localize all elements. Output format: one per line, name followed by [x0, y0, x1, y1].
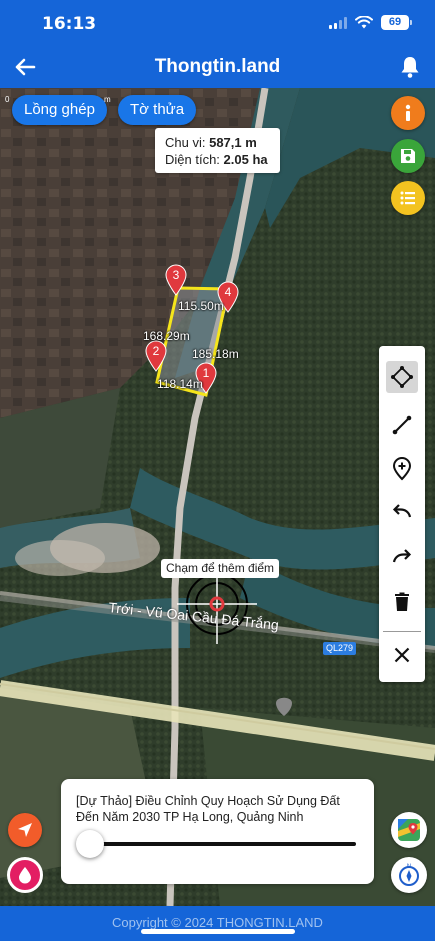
app-title: Thongtin.land: [154, 56, 281, 77]
google-maps-icon: [398, 819, 420, 841]
marker-label: 4: [225, 285, 232, 299]
segment-length-label: 185.18m: [192, 347, 239, 361]
segment-length-label: 168.29m: [143, 329, 190, 343]
water-drop-button[interactable]: [7, 857, 43, 893]
tap-hint: Chạm để thêm điểm: [161, 559, 280, 578]
draw-line-tool[interactable]: [386, 409, 418, 441]
trash-icon: [395, 592, 409, 611]
footer: Copyright © 2024 THONGTIN.LAND: [0, 906, 435, 941]
navigation-arrow-icon: [18, 823, 32, 837]
status-bar: 16:13 69: [0, 0, 435, 46]
save-button[interactable]: [391, 139, 425, 173]
status-time: 16:13: [42, 14, 97, 34]
marker-label: 2: [153, 344, 160, 358]
app-bar: Thongtin.land: [0, 46, 435, 88]
map-marker[interactable]: 3: [164, 264, 188, 296]
water-drop-icon: [19, 867, 31, 884]
move-vertex-icon: [391, 366, 413, 388]
layer-overlay-button[interactable]: Lồng ghép: [12, 95, 107, 125]
close-tool[interactable]: [386, 639, 418, 671]
area-label: Diện tích:: [165, 152, 220, 167]
highway-badge: QL279: [323, 642, 356, 655]
svg-text:N: N: [407, 864, 411, 870]
layer-name: [Dự Thảo] Điều Chỉnh Quy Hoạch Sử Dụng Đ…: [76, 794, 340, 824]
map-marker[interactable]: 2: [144, 340, 168, 372]
map-scale-mark: 0: [5, 95, 10, 104]
compass-icon: N: [399, 864, 419, 886]
my-location-button[interactable]: [8, 813, 42, 847]
segment-length-label: 118.14m: [157, 377, 203, 391]
measurement-info: Chu vi: 587,1 m Diện tích: 2.05 ha: [155, 128, 280, 173]
redo-icon: [392, 549, 412, 563]
compass-button[interactable]: N: [391, 857, 427, 893]
list-icon: [400, 191, 415, 205]
list-button[interactable]: [391, 181, 425, 215]
info-button[interactable]: [391, 96, 425, 130]
info-icon: [405, 104, 411, 121]
opacity-slider-track[interactable]: [91, 842, 356, 846]
perimeter-row: Chu vi: 587,1 m: [165, 134, 270, 151]
perimeter-value: 587,1 m: [209, 135, 257, 150]
toolbar-divider: [383, 631, 421, 632]
status-icons: 69: [329, 15, 412, 30]
battery-icon: 69: [381, 15, 412, 30]
notifications-button[interactable]: [395, 52, 425, 82]
wifi-icon: [355, 16, 373, 29]
add-point-icon: [392, 457, 412, 481]
move-vertex-tool[interactable]: [386, 361, 418, 393]
segment-length-label: 115.50m: [178, 299, 224, 313]
marker-label: 3: [173, 268, 180, 282]
parcel-sheet-button[interactable]: Tờ thửa: [118, 95, 197, 125]
draw-toolbar: [379, 346, 425, 682]
delete-tool[interactable]: [386, 586, 418, 618]
home-indicator: [141, 929, 295, 934]
area-row: Diện tích: 2.05 ha: [165, 151, 270, 168]
add-point-tool[interactable]: [386, 453, 418, 485]
undo-tool[interactable]: [386, 496, 418, 528]
area-value: 2.05 ha: [223, 152, 268, 167]
close-icon: [394, 647, 410, 663]
signal-icon: [329, 16, 347, 29]
map-scale-mark: m: [104, 95, 111, 104]
layer-card: [Dự Thảo] Điều Chỉnh Quy Hoạch Sử Dụng Đ…: [61, 779, 374, 884]
draw-line-icon: [392, 415, 412, 435]
marker-label: 1: [203, 366, 210, 380]
save-icon: [401, 149, 415, 163]
perimeter-label: Chu vi:: [165, 135, 206, 150]
redo-tool[interactable]: [386, 541, 418, 573]
bell-icon: [401, 57, 419, 78]
map-type-button[interactable]: [391, 812, 427, 848]
opacity-slider-thumb[interactable]: [76, 830, 104, 858]
copyright-text: Copyright © 2024 THONGTIN.LAND: [112, 915, 323, 930]
undo-icon: [392, 504, 412, 518]
